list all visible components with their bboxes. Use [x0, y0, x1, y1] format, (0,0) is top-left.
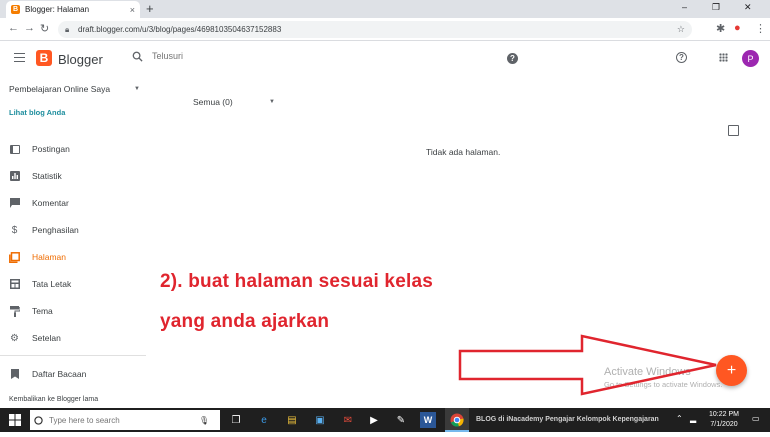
- maximize-button[interactable]: ❐: [712, 2, 720, 13]
- address-bar[interactable]: 🔒︎ draft.blogger.com/u/3/blog/pages/4698…: [58, 21, 692, 38]
- sidebar-item-daftar-bacaan[interactable]: Daftar Bacaan: [0, 364, 146, 384]
- chrome-taskbar-item[interactable]: [445, 408, 469, 432]
- menu-icon[interactable]: [14, 53, 25, 62]
- apps-grid-icon[interactable]: [719, 53, 728, 62]
- taskbar-search-input[interactable]: [49, 415, 199, 425]
- tab-close-icon[interactable]: ×: [130, 5, 135, 15]
- dollar-icon: $: [11, 224, 18, 236]
- extensions-icon[interactable]: ✱: [716, 22, 725, 35]
- app-icon[interactable]: ✎: [393, 412, 409, 428]
- blog-selector[interactable]: Pembelajaran Online Saya: [9, 84, 110, 94]
- bookmark-star-icon[interactable]: ☆: [677, 21, 685, 38]
- media-icon[interactable]: ▶: [366, 412, 382, 428]
- clock-time: 10:22 PM: [709, 411, 739, 418]
- sidebar-item-label: Penghasilan: [32, 225, 79, 235]
- system-clock[interactable]: 10:22 PM 7/1/2020: [704, 410, 744, 430]
- sidebar-item-statistik[interactable]: Statistik: [0, 166, 146, 186]
- sidebar-item-label: Daftar Bacaan: [32, 369, 87, 379]
- forward-icon[interactable]: →: [24, 22, 35, 34]
- minimize-button[interactable]: –: [682, 2, 687, 12]
- stats-icon: [9, 171, 20, 182]
- windows-start-icon[interactable]: [9, 414, 21, 426]
- taskbar-overlay-text: BLOG di iNacademy Pengajar Kelompok Kepe…: [476, 416, 659, 423]
- app-header: B Blogger ? ? P: [0, 41, 770, 79]
- caret-down-icon[interactable]: ▼: [134, 86, 140, 92]
- notification-icon[interactable]: ▭: [752, 414, 760, 423]
- edge-icon[interactable]: e: [256, 412, 272, 428]
- tab-title: Blogger: Halaman: [25, 5, 90, 14]
- chrome-icon: [450, 413, 464, 427]
- sidebar-item-label: Postingan: [32, 144, 70, 154]
- browser-tab-bar: B Blogger: Halaman × + – ❐ ✕: [0, 0, 770, 18]
- new-page-button[interactable]: +: [716, 355, 747, 386]
- old-blogger-link[interactable]: Kembalikan ke Blogger lama: [9, 396, 98, 403]
- sidebar-item-label: Halaman: [32, 252, 67, 262]
- browser-tab[interactable]: B Blogger: Halaman ×: [6, 1, 140, 18]
- file-explorer-icon[interactable]: ▤: [284, 412, 300, 428]
- sidebar-item-label: Statistik: [32, 171, 62, 181]
- taskbar-search[interactable]: 🎙︎: [30, 410, 220, 430]
- browser-toolbar: ← → ↻ 🔒︎ draft.blogger.com/u/3/blog/page…: [0, 18, 770, 41]
- profile-extension-icon[interactable]: ●: [734, 22, 741, 34]
- sidebar-item-label: Setelan: [32, 333, 61, 343]
- sidebar-item-label: Tata Letak: [32, 279, 72, 289]
- sidebar-item-penghasilan[interactable]: $ Penghasilan: [0, 220, 146, 240]
- paint-roller-icon: [9, 305, 20, 317]
- search-icon: [34, 415, 43, 425]
- posts-icon: [9, 144, 20, 155]
- clock-date: 7/1/2020: [710, 421, 738, 428]
- store-icon[interactable]: ▣: [312, 412, 328, 428]
- search-icon[interactable]: [132, 51, 143, 65]
- select-all-checkbox[interactable]: [728, 125, 739, 136]
- app-name[interactable]: Blogger: [58, 52, 103, 67]
- search-input[interactable]: [152, 51, 352, 61]
- microphone-icon[interactable]: 🎙︎: [199, 416, 209, 425]
- support-icon[interactable]: ?: [676, 52, 687, 63]
- sidebar-item-label: Komentar: [32, 198, 69, 208]
- windows-taskbar: 🎙︎ ❐ e ▤ ▣ ✉ ▶ ✎ W BLOG di iNacademy Pen…: [0, 408, 770, 432]
- comment-icon: [9, 198, 20, 209]
- sidebar-item-label: Tema: [32, 306, 53, 316]
- layout-icon: [9, 279, 20, 290]
- task-view-icon[interactable]: ❐: [228, 412, 244, 428]
- word-icon[interactable]: W: [420, 412, 436, 428]
- sidebar-item-halaman[interactable]: Halaman: [0, 247, 146, 267]
- sidebar-item-postingan[interactable]: Postingan: [0, 139, 146, 159]
- sidebar: Pembelajaran Online Saya ▼ Lihat blog An…: [0, 79, 146, 406]
- empty-state-message: Tidak ada halaman.: [426, 147, 501, 157]
- mail-icon[interactable]: ✉: [340, 412, 356, 428]
- annotation-line-2: yang anda ajarkan: [160, 311, 330, 332]
- pages-filter-dropdown[interactable]: Semua (0): [193, 97, 233, 107]
- browser-menu-icon[interactable]: ⋮: [755, 22, 766, 35]
- avatar[interactable]: P: [742, 50, 759, 67]
- new-tab-button[interactable]: +: [146, 2, 154, 16]
- view-blog-link[interactable]: Lihat blog Anda: [9, 108, 65, 117]
- sidebar-item-komentar[interactable]: Komentar: [0, 193, 146, 213]
- gear-icon: ⚙: [10, 332, 19, 344]
- sidebar-item-tema[interactable]: Tema: [0, 301, 146, 321]
- blogger-logo-icon[interactable]: B: [36, 50, 52, 66]
- network-icon[interactable]: ▂: [690, 414, 696, 423]
- pages-icon: [9, 251, 20, 263]
- caret-down-icon[interactable]: ▼: [269, 99, 275, 105]
- close-window-button[interactable]: ✕: [744, 2, 752, 13]
- annotation-line-1: 2). buat halaman sesuai kelas: [160, 271, 433, 292]
- url-text: draft.blogger.com/u/3/blog/pages/4698103…: [78, 25, 282, 34]
- bookmark-icon: [9, 369, 20, 380]
- reload-icon[interactable]: ↻: [40, 22, 49, 35]
- back-icon[interactable]: ←: [8, 22, 19, 34]
- help-icon[interactable]: ?: [507, 53, 518, 64]
- tray-chevron-icon[interactable]: ⌃: [676, 414, 683, 423]
- annotation-arrow: [458, 334, 717, 396]
- sidebar-divider: [0, 355, 146, 356]
- lock-icon: 🔒︎: [65, 25, 70, 34]
- sidebar-item-setelan[interactable]: ⚙ Setelan: [0, 328, 146, 348]
- sidebar-item-tata-letak[interactable]: Tata Letak: [0, 274, 146, 294]
- blogger-favicon-icon: B: [11, 5, 20, 14]
